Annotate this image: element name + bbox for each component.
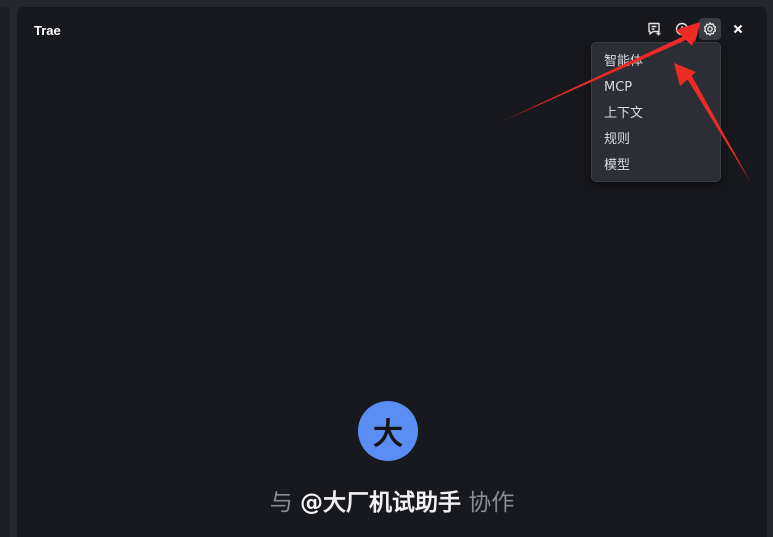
agent-avatar: 大 [358, 401, 418, 461]
collab-suffix: 协作 [461, 490, 515, 516]
new-chat-icon [648, 22, 661, 36]
agent-mention[interactable]: @大厂机试助手 [300, 490, 461, 516]
menu-item-mcp[interactable]: MCP [592, 75, 720, 101]
gear-icon [703, 22, 717, 36]
close-icon [733, 24, 743, 34]
app-frame: Trae 智能体 MCP 上下文 规则 模型 大 与 @大厂机试助手 协作 [0, 0, 773, 537]
panel-title: Trae [34, 23, 61, 38]
collab-prefix: 与 [269, 490, 300, 516]
menu-item-rules[interactable]: 规则 [592, 127, 720, 153]
history-icon [675, 22, 689, 36]
history-button[interactable] [671, 18, 693, 40]
menu-item-context[interactable]: 上下文 [592, 101, 720, 127]
chat-panel: Trae 智能体 MCP 上下文 规则 模型 大 与 @大厂机试助手 协作 [17, 7, 767, 537]
menu-item-models[interactable]: 模型 [592, 153, 720, 179]
close-button[interactable] [727, 18, 749, 40]
left-side-panel [0, 7, 10, 537]
menu-item-agents[interactable]: 智能体 [592, 49, 720, 75]
new-chat-button[interactable] [643, 18, 665, 40]
settings-dropdown-menu: 智能体 MCP 上下文 规则 模型 [591, 42, 721, 182]
collaboration-heading: 与 @大厂机试助手 协作 [17, 483, 767, 517]
settings-button[interactable] [699, 18, 721, 40]
